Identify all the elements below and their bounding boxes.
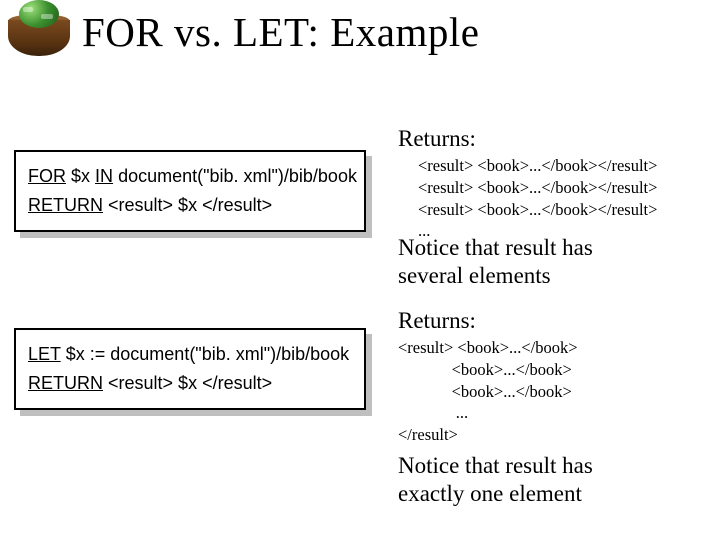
kw-let: LET [28,344,61,364]
notice-line: Notice that result has [398,234,593,262]
logo-globe-icon [8,2,70,56]
slide-title: FOR vs. LET: Example [82,8,479,56]
notice-line: exactly one element [398,480,593,508]
var-x: $x [71,166,90,186]
kw-return: RETURN [28,373,103,393]
code-src: document("bib. xml")/bib/book [110,344,349,364]
returns-heading-for: Returns: [398,126,476,152]
returns-heading-let: Returns: [398,308,476,334]
slide: FOR vs. LET: Example FOR $x IN document(… [0,0,720,540]
kw-for: FOR [28,166,66,186]
code-box-let: LET $x := document("bib. xml")/bib/book … [14,328,366,410]
output-for: <result> <book>...</book></result> <resu… [418,155,657,242]
var-x: $x [66,344,85,364]
code-expr: <result> $x </result> [108,195,272,215]
code-box-for: FOR $x IN document("bib. xml")/bib/book … [14,150,366,232]
notice-let: Notice that result has exactly one eleme… [398,452,593,508]
notice-for: Notice that result has several elements [398,234,593,290]
notice-line: Notice that result has [398,452,593,480]
notice-line: several elements [398,262,593,290]
kw-in: IN [95,166,113,186]
code-expr: <result> $x </result> [108,373,272,393]
assign-op: := [90,344,106,364]
kw-return: RETURN [28,195,103,215]
code-src: document("bib. xml")/bib/book [118,166,357,186]
output-let: <result> <book>...</book> <book>...</boo… [398,337,578,446]
